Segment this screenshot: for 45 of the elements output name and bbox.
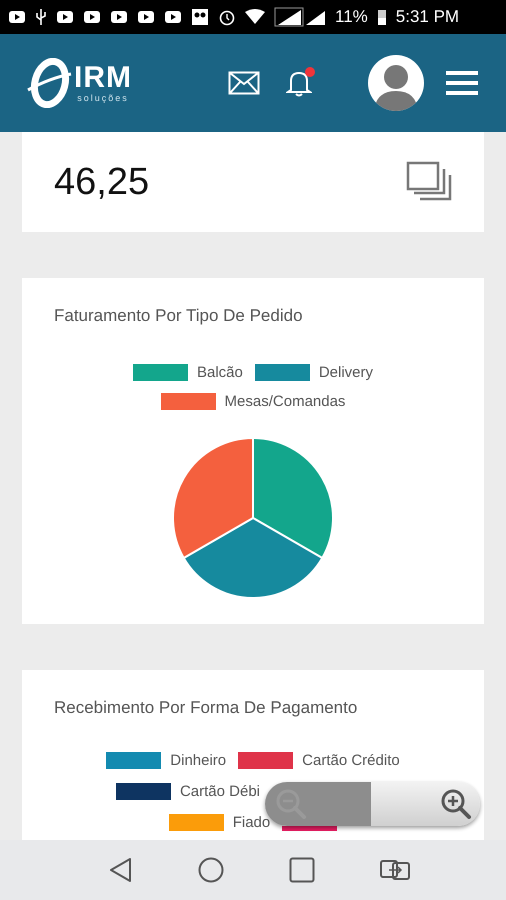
notification-button[interactable] [286, 69, 312, 97]
home-button[interactable] [198, 857, 224, 883]
video-icon [83, 9, 101, 25]
mail-button[interactable] [228, 71, 260, 95]
battery-percentage: 11% [335, 7, 368, 27]
zoom-in-button[interactable] [371, 782, 480, 826]
battery-icon [376, 8, 387, 26]
copy-icon [406, 161, 454, 203]
menu-icon [446, 70, 478, 96]
zoom-out-icon [275, 788, 307, 820]
video-icon [164, 9, 182, 25]
people-icon [191, 8, 209, 26]
menu-button[interactable] [446, 70, 478, 96]
video-icon [137, 9, 155, 25]
legend-label: Cartão Crédito [302, 752, 400, 769]
copy-button[interactable] [406, 161, 454, 203]
recents-icon [288, 857, 314, 883]
brand-name: IRM [74, 63, 132, 93]
video-icon [56, 9, 74, 25]
legend-label: Mesas/Comandas [224, 393, 346, 410]
legend-label: Delivery [318, 364, 374, 381]
signal-icon [274, 7, 326, 27]
back-icon [108, 857, 132, 883]
chart-title: Faturamento Por Tipo De Pedido [54, 306, 303, 326]
video-icon [110, 9, 128, 25]
logo-icon [26, 58, 72, 108]
usb-icon [35, 8, 47, 26]
zoom-in-icon [440, 788, 472, 820]
wifi-icon [245, 9, 265, 25]
clock-time: 5:31 PM [396, 7, 460, 27]
total-value: 46,25 [54, 160, 150, 204]
brand-tagline: soluções [77, 93, 129, 103]
bell-icon [286, 69, 312, 97]
home-icon [198, 857, 224, 883]
recents-button[interactable] [288, 857, 314, 883]
switch-app-icon [380, 859, 410, 881]
back-button[interactable] [108, 857, 132, 883]
switch-app-button[interactable] [380, 859, 410, 881]
alarm-icon [218, 8, 236, 26]
envelope-icon [228, 71, 260, 95]
legend-label: Dinheiro [170, 752, 226, 769]
legend-label: Fiado [232, 814, 270, 831]
legend-label: Cartão Débi [180, 783, 260, 800]
chart-title: Recebimento Por Forma De Pagamento [54, 698, 358, 718]
legend-label: Balcão [196, 364, 243, 381]
